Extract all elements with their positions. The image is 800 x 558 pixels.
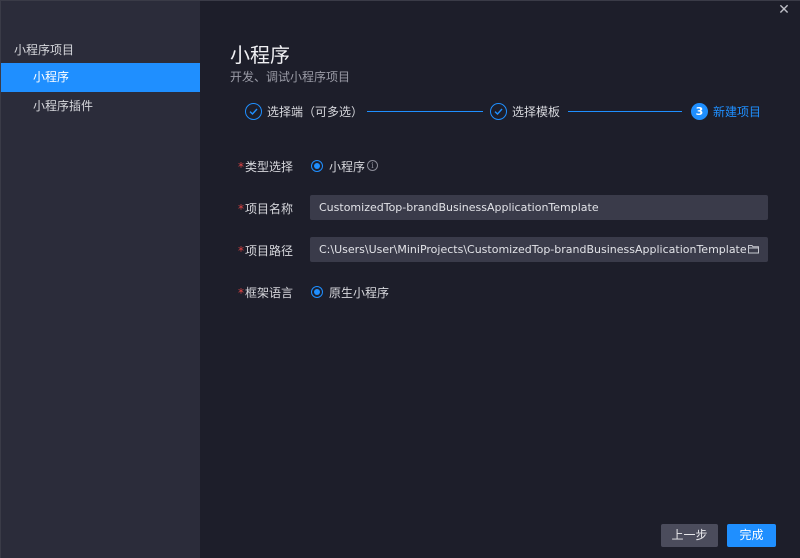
main-panel: ✕ 小程序 开发、调试小程序项目 选择端（可多选） 选择模板 3 新建项目 *类… bbox=[200, 1, 800, 558]
field-label-framework: *框架语言 bbox=[238, 286, 294, 300]
folder-icon[interactable] bbox=[748, 244, 759, 254]
step-label: 新建项目 bbox=[713, 104, 762, 119]
type-radio-miniprogram[interactable] bbox=[311, 160, 323, 172]
sidebar-item-plugin[interactable]: 小程序插件 bbox=[1, 92, 200, 121]
type-option-label: 小程序 bbox=[329, 160, 366, 174]
page-subtitle: 开发、调试小程序项目 bbox=[230, 70, 351, 84]
project-path-input[interactable]: C:\Users\User\MiniProjects\CustomizedTop… bbox=[310, 237, 768, 262]
field-label-name: *项目名称 bbox=[238, 202, 294, 216]
required-mark: * bbox=[238, 244, 244, 258]
field-label-type: *类型选择 bbox=[238, 160, 294, 174]
page-title: 小程序 bbox=[230, 43, 290, 67]
sidebar: 小程序项目 小程序 小程序插件 bbox=[1, 1, 200, 558]
close-icon[interactable]: ✕ bbox=[775, 1, 793, 19]
check-circle-icon bbox=[245, 102, 262, 120]
project-name-input[interactable]: CustomizedTop-brandBusinessApplicationTe… bbox=[310, 195, 768, 220]
step-label: 选择端（可多选） bbox=[267, 104, 364, 119]
step-connector bbox=[367, 111, 483, 112]
info-icon[interactable]: i bbox=[367, 160, 378, 171]
sidebar-item-label: 小程序 bbox=[33, 70, 70, 84]
project-dialog: 小程序项目 小程序 小程序插件 ✕ 小程序 开发、调试小程序项目 选择端（可多选… bbox=[0, 0, 800, 558]
step-number-badge: 3 bbox=[691, 102, 708, 120]
step-select-template: 选择模板 bbox=[490, 102, 560, 120]
sidebar-item-miniprogram[interactable]: 小程序 bbox=[1, 63, 200, 92]
framework-option-label: 原生小程序 bbox=[329, 286, 390, 300]
check-circle-icon bbox=[490, 102, 507, 120]
step-create-project: 3 新建项目 bbox=[691, 102, 761, 120]
previous-step-button[interactable]: 上一步 bbox=[661, 524, 718, 547]
finish-button[interactable]: 完成 bbox=[727, 524, 776, 547]
step-select-platform: 选择端（可多选） bbox=[245, 102, 363, 120]
sidebar-item-label: 小程序插件 bbox=[33, 99, 94, 113]
field-label-path: *项目路径 bbox=[238, 244, 294, 258]
step-connector bbox=[568, 111, 682, 112]
required-mark: * bbox=[238, 202, 244, 216]
framework-radio-native[interactable] bbox=[311, 286, 323, 298]
sidebar-group-title: 小程序项目 bbox=[14, 43, 75, 57]
required-mark: * bbox=[238, 286, 244, 300]
required-mark: * bbox=[238, 160, 244, 174]
project-path-value: C:\Users\User\MiniProjects\CustomizedTop… bbox=[319, 243, 747, 256]
step-label: 选择模板 bbox=[512, 104, 561, 119]
